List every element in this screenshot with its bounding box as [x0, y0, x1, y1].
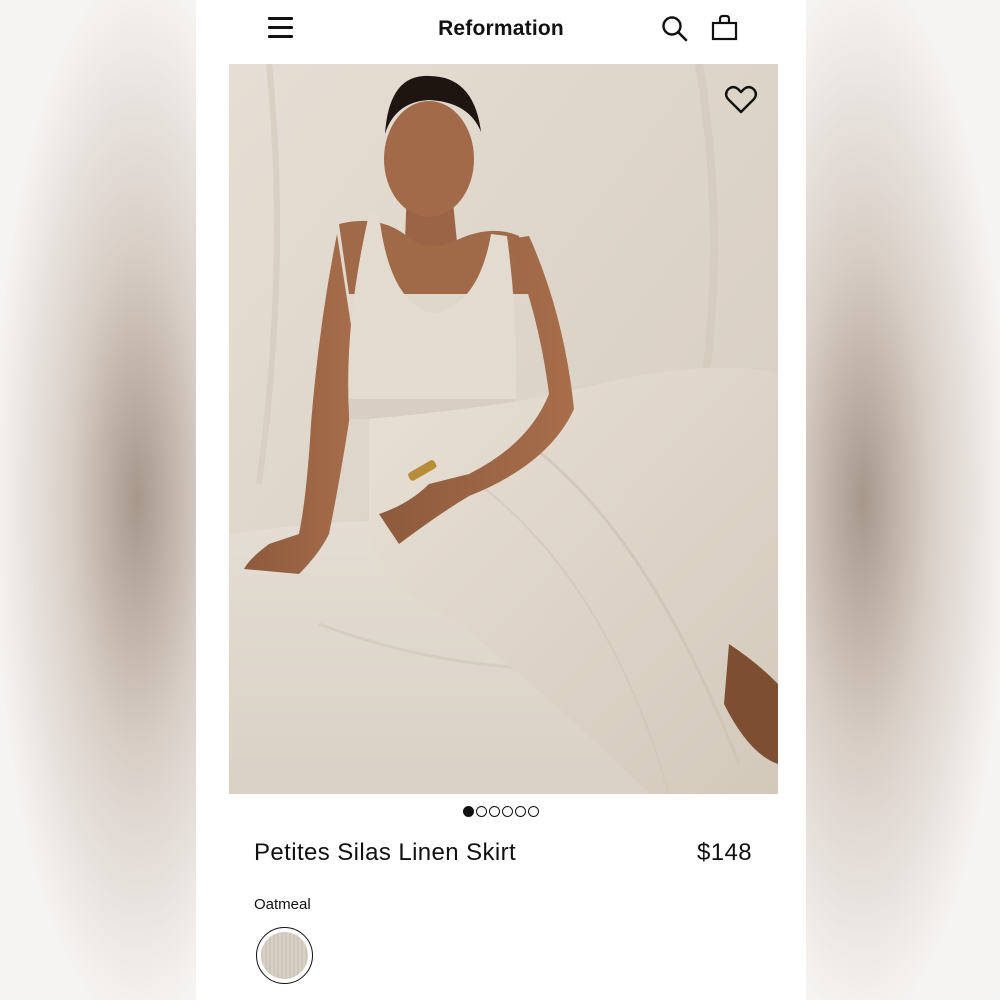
- bag-icon: [711, 14, 738, 41]
- product-image[interactable]: [229, 64, 778, 794]
- swatch-fill: [261, 932, 308, 979]
- search-button[interactable]: [660, 14, 690, 44]
- carousel-dot[interactable]: [476, 806, 487, 818]
- shopping-bag-button[interactable]: [710, 13, 740, 43]
- favorite-button[interactable]: [724, 84, 758, 116]
- product-page: Reformation Petites Silas Linen Skirt $1…: [196, 0, 806, 1000]
- color-swatch-oatmeal[interactable]: [256, 927, 313, 984]
- search-icon: [662, 16, 688, 42]
- product-price: $148: [697, 839, 752, 866]
- background-right: [804, 0, 1000, 1000]
- product-title: Petites Silas Linen Skirt: [254, 839, 517, 866]
- background-left: [0, 0, 196, 1000]
- carousel-dot[interactable]: [463, 806, 474, 818]
- carousel-dot[interactable]: [515, 806, 526, 818]
- top-nav-bar: Reformation: [196, 0, 806, 60]
- carousel-dot[interactable]: [528, 806, 539, 818]
- product-photo: [229, 64, 778, 794]
- image-carousel-indicator: [196, 803, 806, 818]
- selected-color-label: Oatmeal: [254, 896, 311, 913]
- carousel-dot[interactable]: [502, 806, 513, 818]
- heart-icon: [724, 85, 758, 114]
- carousel-dot[interactable]: [489, 806, 500, 818]
